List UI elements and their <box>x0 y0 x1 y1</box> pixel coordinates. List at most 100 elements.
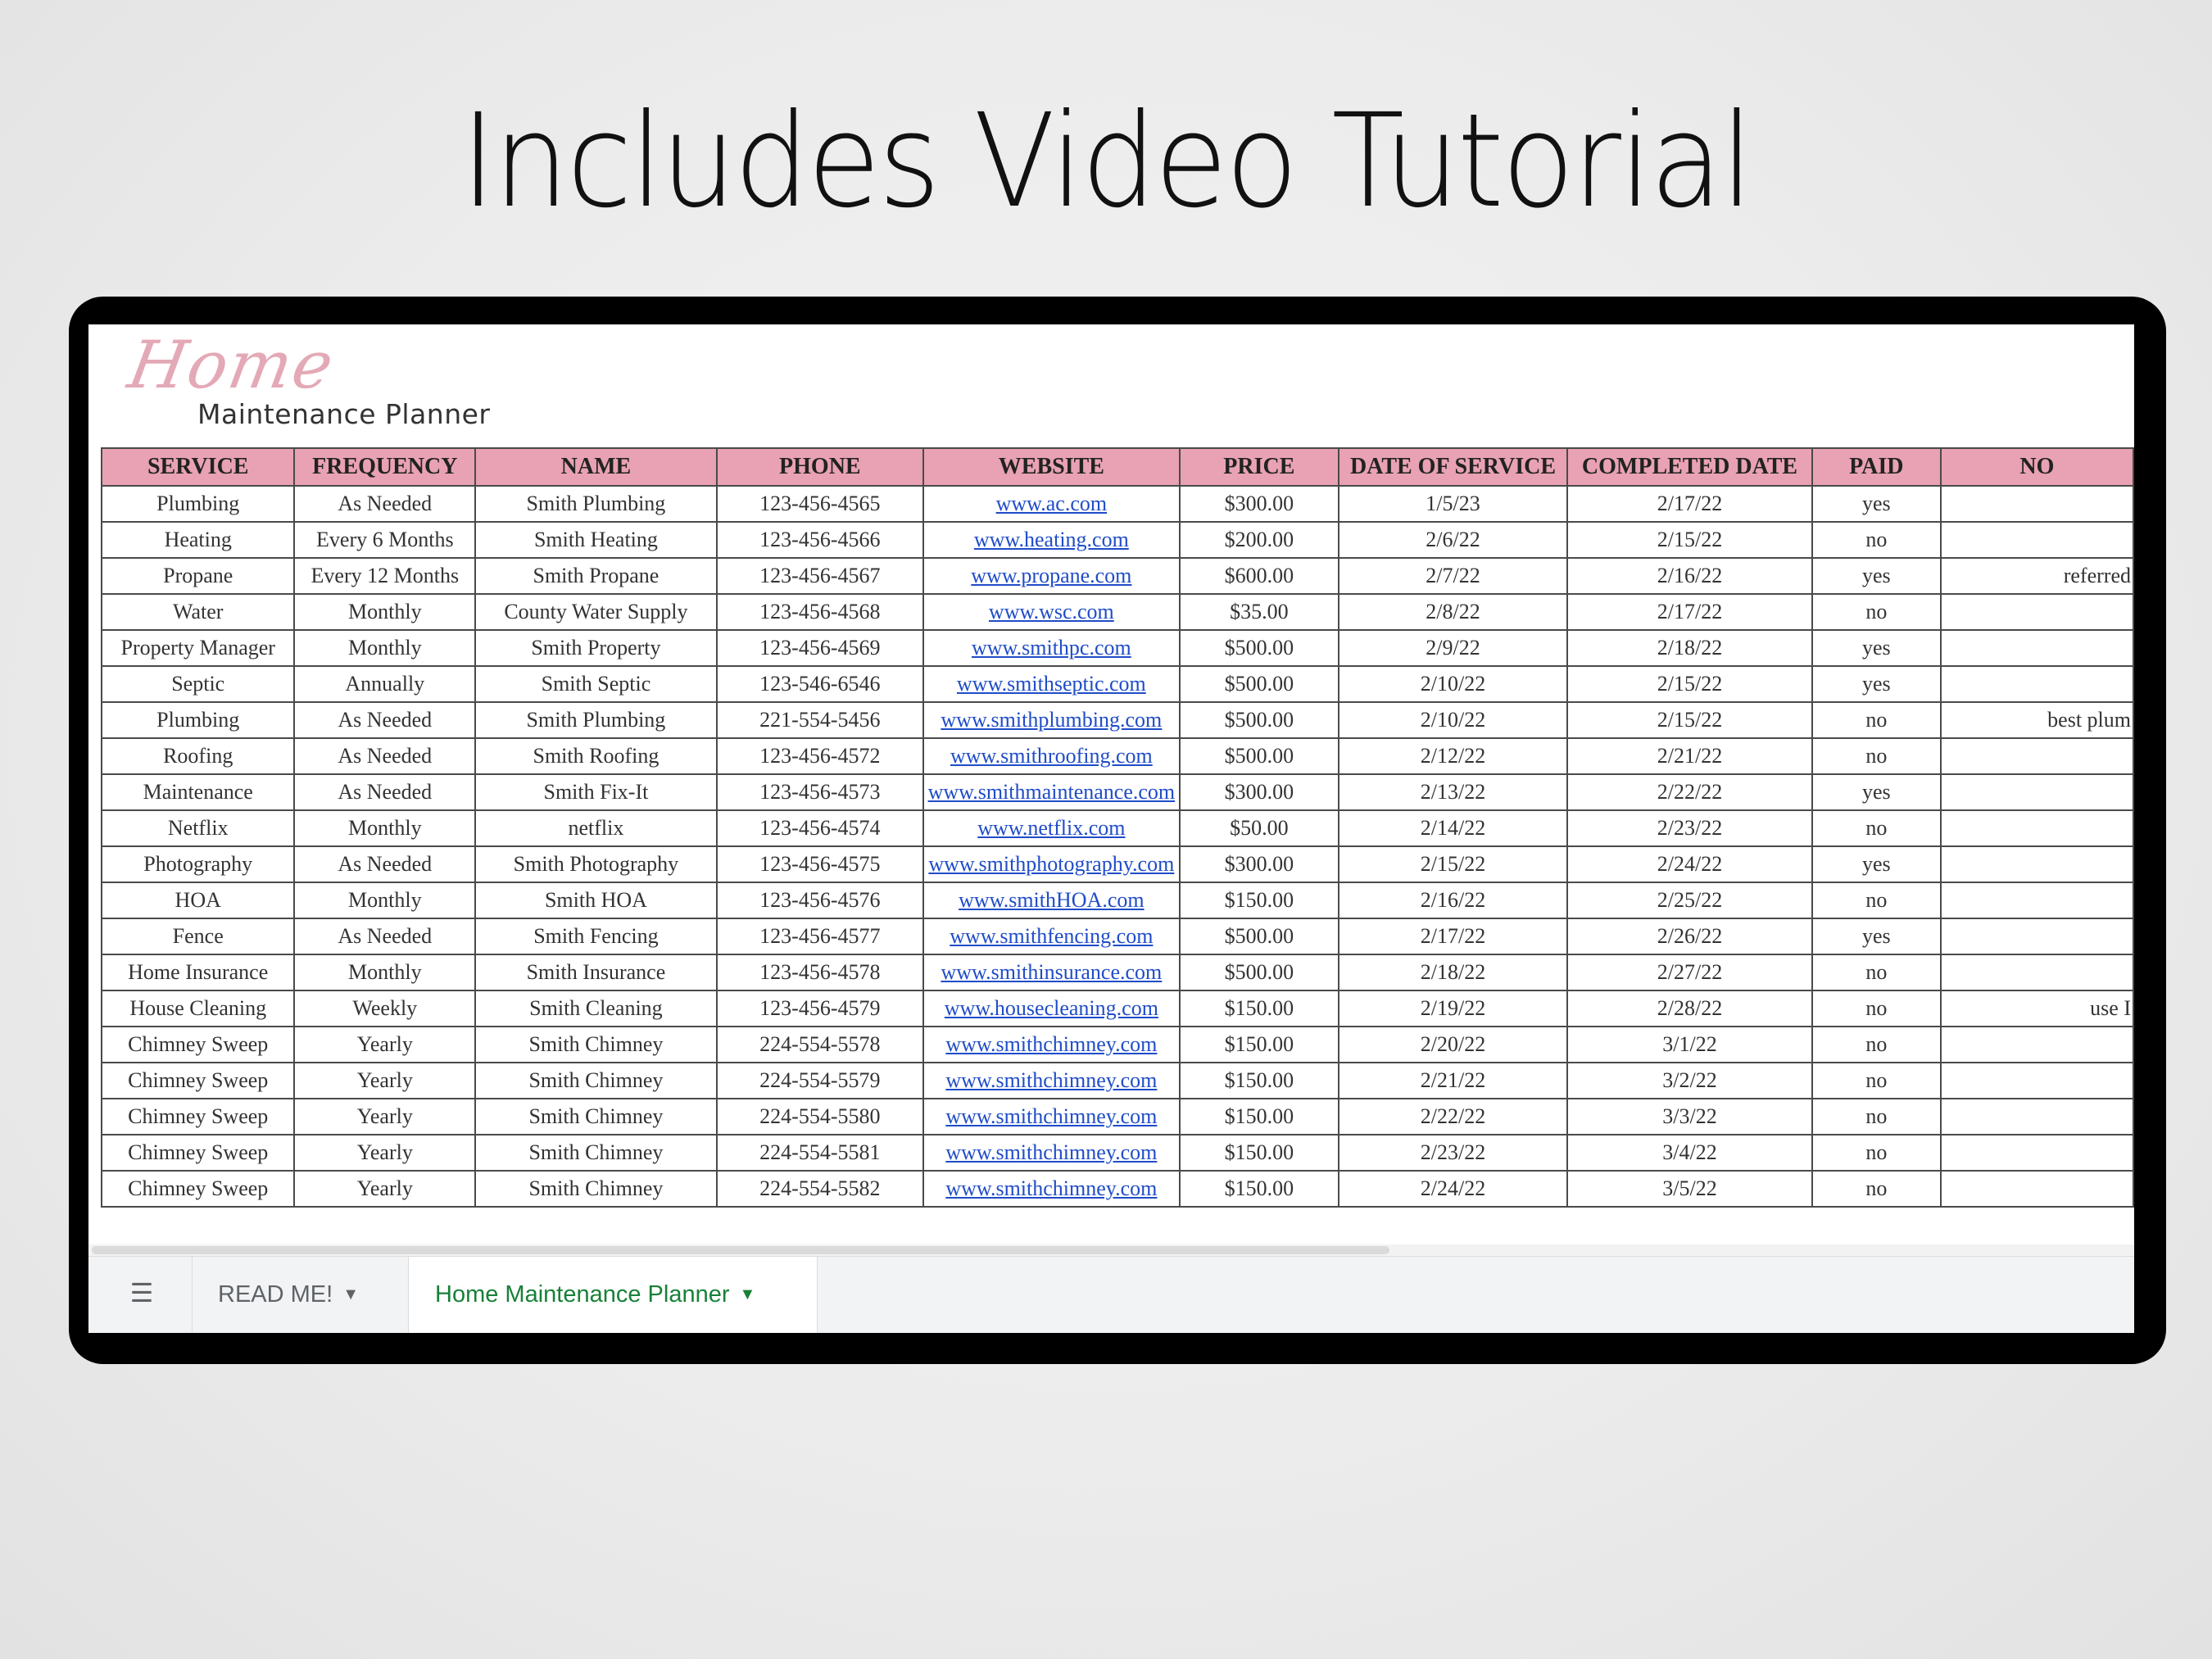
table-cell[interactable]: Chimney Sweep <box>100 1062 296 1099</box>
table-cell[interactable]: 2/15/22 <box>1337 845 1569 883</box>
website-link[interactable]: www.smithchimney.com <box>922 1134 1181 1172</box>
table-cell[interactable]: 2/25/22 <box>1566 882 1813 919</box>
table-cell[interactable]: Monthly <box>293 954 477 991</box>
table-cell[interactable] <box>1939 1170 2134 1208</box>
website-link[interactable]: www.wsc.com <box>922 593 1181 631</box>
column-header[interactable]: PHONE <box>715 447 924 487</box>
table-cell[interactable]: $150.00 <box>1178 1098 1339 1135</box>
table-cell[interactable]: Chimney Sweep <box>100 1098 296 1135</box>
table-cell[interactable]: Smith Fix-It <box>474 773 718 811</box>
table-cell[interactable]: Chimney Sweep <box>100 1134 296 1172</box>
scrollbar-thumb[interactable] <box>92 1246 1389 1254</box>
website-link[interactable]: www.netflix.com <box>922 809 1181 847</box>
table-cell[interactable]: 123-456-4572 <box>715 737 924 775</box>
table-cell[interactable]: 2/13/22 <box>1337 773 1569 811</box>
table-cell[interactable]: $200.00 <box>1178 521 1339 559</box>
website-link[interactable]: www.smithmaintenance.com <box>922 773 1181 811</box>
table-cell[interactable]: $500.00 <box>1178 665 1339 703</box>
table-cell[interactable]: 2/12/22 <box>1337 737 1569 775</box>
table-cell[interactable]: County Water Supply <box>474 593 718 631</box>
table-cell[interactable]: yes <box>1811 665 1942 703</box>
table-cell[interactable]: 123-456-4577 <box>715 918 924 955</box>
table-cell[interactable]: yes <box>1811 918 1942 955</box>
table-cell[interactable]: 2/10/22 <box>1337 701 1569 739</box>
table-cell[interactable]: Smith Chimney <box>474 1062 718 1099</box>
table-cell[interactable]: Photography <box>100 845 296 883</box>
table-cell[interactable]: Monthly <box>293 809 477 847</box>
table-cell[interactable]: Chimney Sweep <box>100 1170 296 1208</box>
table-cell[interactable]: yes <box>1811 557 1942 595</box>
table-cell[interactable]: 2/10/22 <box>1337 665 1569 703</box>
table-cell[interactable]: 2/7/22 <box>1337 557 1569 595</box>
table-cell[interactable]: Propane <box>100 557 296 595</box>
table-cell[interactable]: 221-554-5456 <box>715 701 924 739</box>
website-link[interactable]: www.smithseptic.com <box>922 665 1181 703</box>
table-cell[interactable]: Yearly <box>293 1134 477 1172</box>
table-cell[interactable]: referred <box>1939 557 2134 595</box>
table-cell[interactable]: 123-456-4573 <box>715 773 924 811</box>
table-cell[interactable]: 2/23/22 <box>1566 809 1813 847</box>
table-cell[interactable]: yes <box>1811 773 1942 811</box>
table-cell[interactable]: Monthly <box>293 882 477 919</box>
table-cell[interactable]: 123-456-4574 <box>715 809 924 847</box>
table-cell[interactable]: 2/18/22 <box>1566 629 1813 667</box>
table-cell[interactable]: Smith Chimney <box>474 1170 718 1208</box>
table-cell[interactable] <box>1939 593 2134 631</box>
table-cell[interactable]: Every 12 Months <box>293 557 477 595</box>
table-cell[interactable]: 2/24/22 <box>1337 1170 1569 1208</box>
table-cell[interactable]: Home Insurance <box>100 954 296 991</box>
table-cell[interactable]: $600.00 <box>1178 557 1339 595</box>
table-cell[interactable]: Plumbing <box>100 701 296 739</box>
table-cell[interactable]: Heating <box>100 521 296 559</box>
table-cell[interactable]: yes <box>1811 629 1942 667</box>
table-cell[interactable] <box>1939 665 2134 703</box>
table-cell[interactable] <box>1939 485 2134 523</box>
table-cell[interactable]: Fence <box>100 918 296 955</box>
table-cell[interactable]: 3/2/22 <box>1566 1062 1813 1099</box>
table-cell[interactable]: 2/15/22 <box>1566 665 1813 703</box>
table-cell[interactable]: Monthly <box>293 629 477 667</box>
table-cell[interactable]: 2/14/22 <box>1337 809 1569 847</box>
table-cell[interactable]: 123-456-4576 <box>715 882 924 919</box>
website-link[interactable]: www.smithfencing.com <box>922 918 1181 955</box>
table-cell[interactable]: no <box>1811 882 1942 919</box>
table-cell[interactable]: 2/6/22 <box>1337 521 1569 559</box>
table-cell[interactable]: 2/18/22 <box>1337 954 1569 991</box>
table-cell[interactable]: no <box>1811 701 1942 739</box>
table-cell[interactable]: 224-554-5579 <box>715 1062 924 1099</box>
table-cell[interactable]: Water <box>100 593 296 631</box>
table-cell[interactable]: netflix <box>474 809 718 847</box>
table-cell[interactable]: no <box>1811 990 1942 1027</box>
website-link[interactable]: www.smithchimney.com <box>922 1026 1181 1063</box>
table-cell[interactable]: As Needed <box>293 701 477 739</box>
website-link[interactable]: www.smithpc.com <box>922 629 1181 667</box>
table-cell[interactable]: As Needed <box>293 485 477 523</box>
column-header[interactable]: PRICE <box>1178 447 1339 487</box>
table-cell[interactable]: no <box>1811 593 1942 631</box>
table-cell[interactable]: 123-456-4579 <box>715 990 924 1027</box>
table-cell[interactable]: best plum <box>1939 701 2134 739</box>
table-cell[interactable] <box>1939 882 2134 919</box>
column-header[interactable]: PAID <box>1811 447 1942 487</box>
column-header[interactable]: NAME <box>474 447 718 487</box>
table-cell[interactable]: 123-456-4578 <box>715 954 924 991</box>
table-cell[interactable]: no <box>1811 1170 1942 1208</box>
website-link[interactable]: www.smithphotography.com <box>922 845 1181 883</box>
table-cell[interactable] <box>1939 1062 2134 1099</box>
column-header[interactable]: FREQUENCY <box>293 447 477 487</box>
table-cell[interactable]: no <box>1811 1026 1942 1063</box>
table-cell[interactable]: 3/4/22 <box>1566 1134 1813 1172</box>
table-cell[interactable]: Smith Cleaning <box>474 990 718 1027</box>
table-cell[interactable]: yes <box>1811 845 1942 883</box>
table-cell[interactable]: 123-456-4569 <box>715 629 924 667</box>
table-cell[interactable]: 224-554-5582 <box>715 1170 924 1208</box>
table-cell[interactable]: Yearly <box>293 1062 477 1099</box>
table-cell[interactable]: no <box>1811 1098 1942 1135</box>
table-cell[interactable]: Smith Plumbing <box>474 701 718 739</box>
table-cell[interactable]: $150.00 <box>1178 1170 1339 1208</box>
table-cell[interactable]: 2/22/22 <box>1566 773 1813 811</box>
table-cell[interactable] <box>1939 954 2134 991</box>
table-cell[interactable]: As Needed <box>293 845 477 883</box>
column-header[interactable]: SERVICE <box>100 447 296 487</box>
website-link[interactable]: www.heating.com <box>922 521 1181 559</box>
